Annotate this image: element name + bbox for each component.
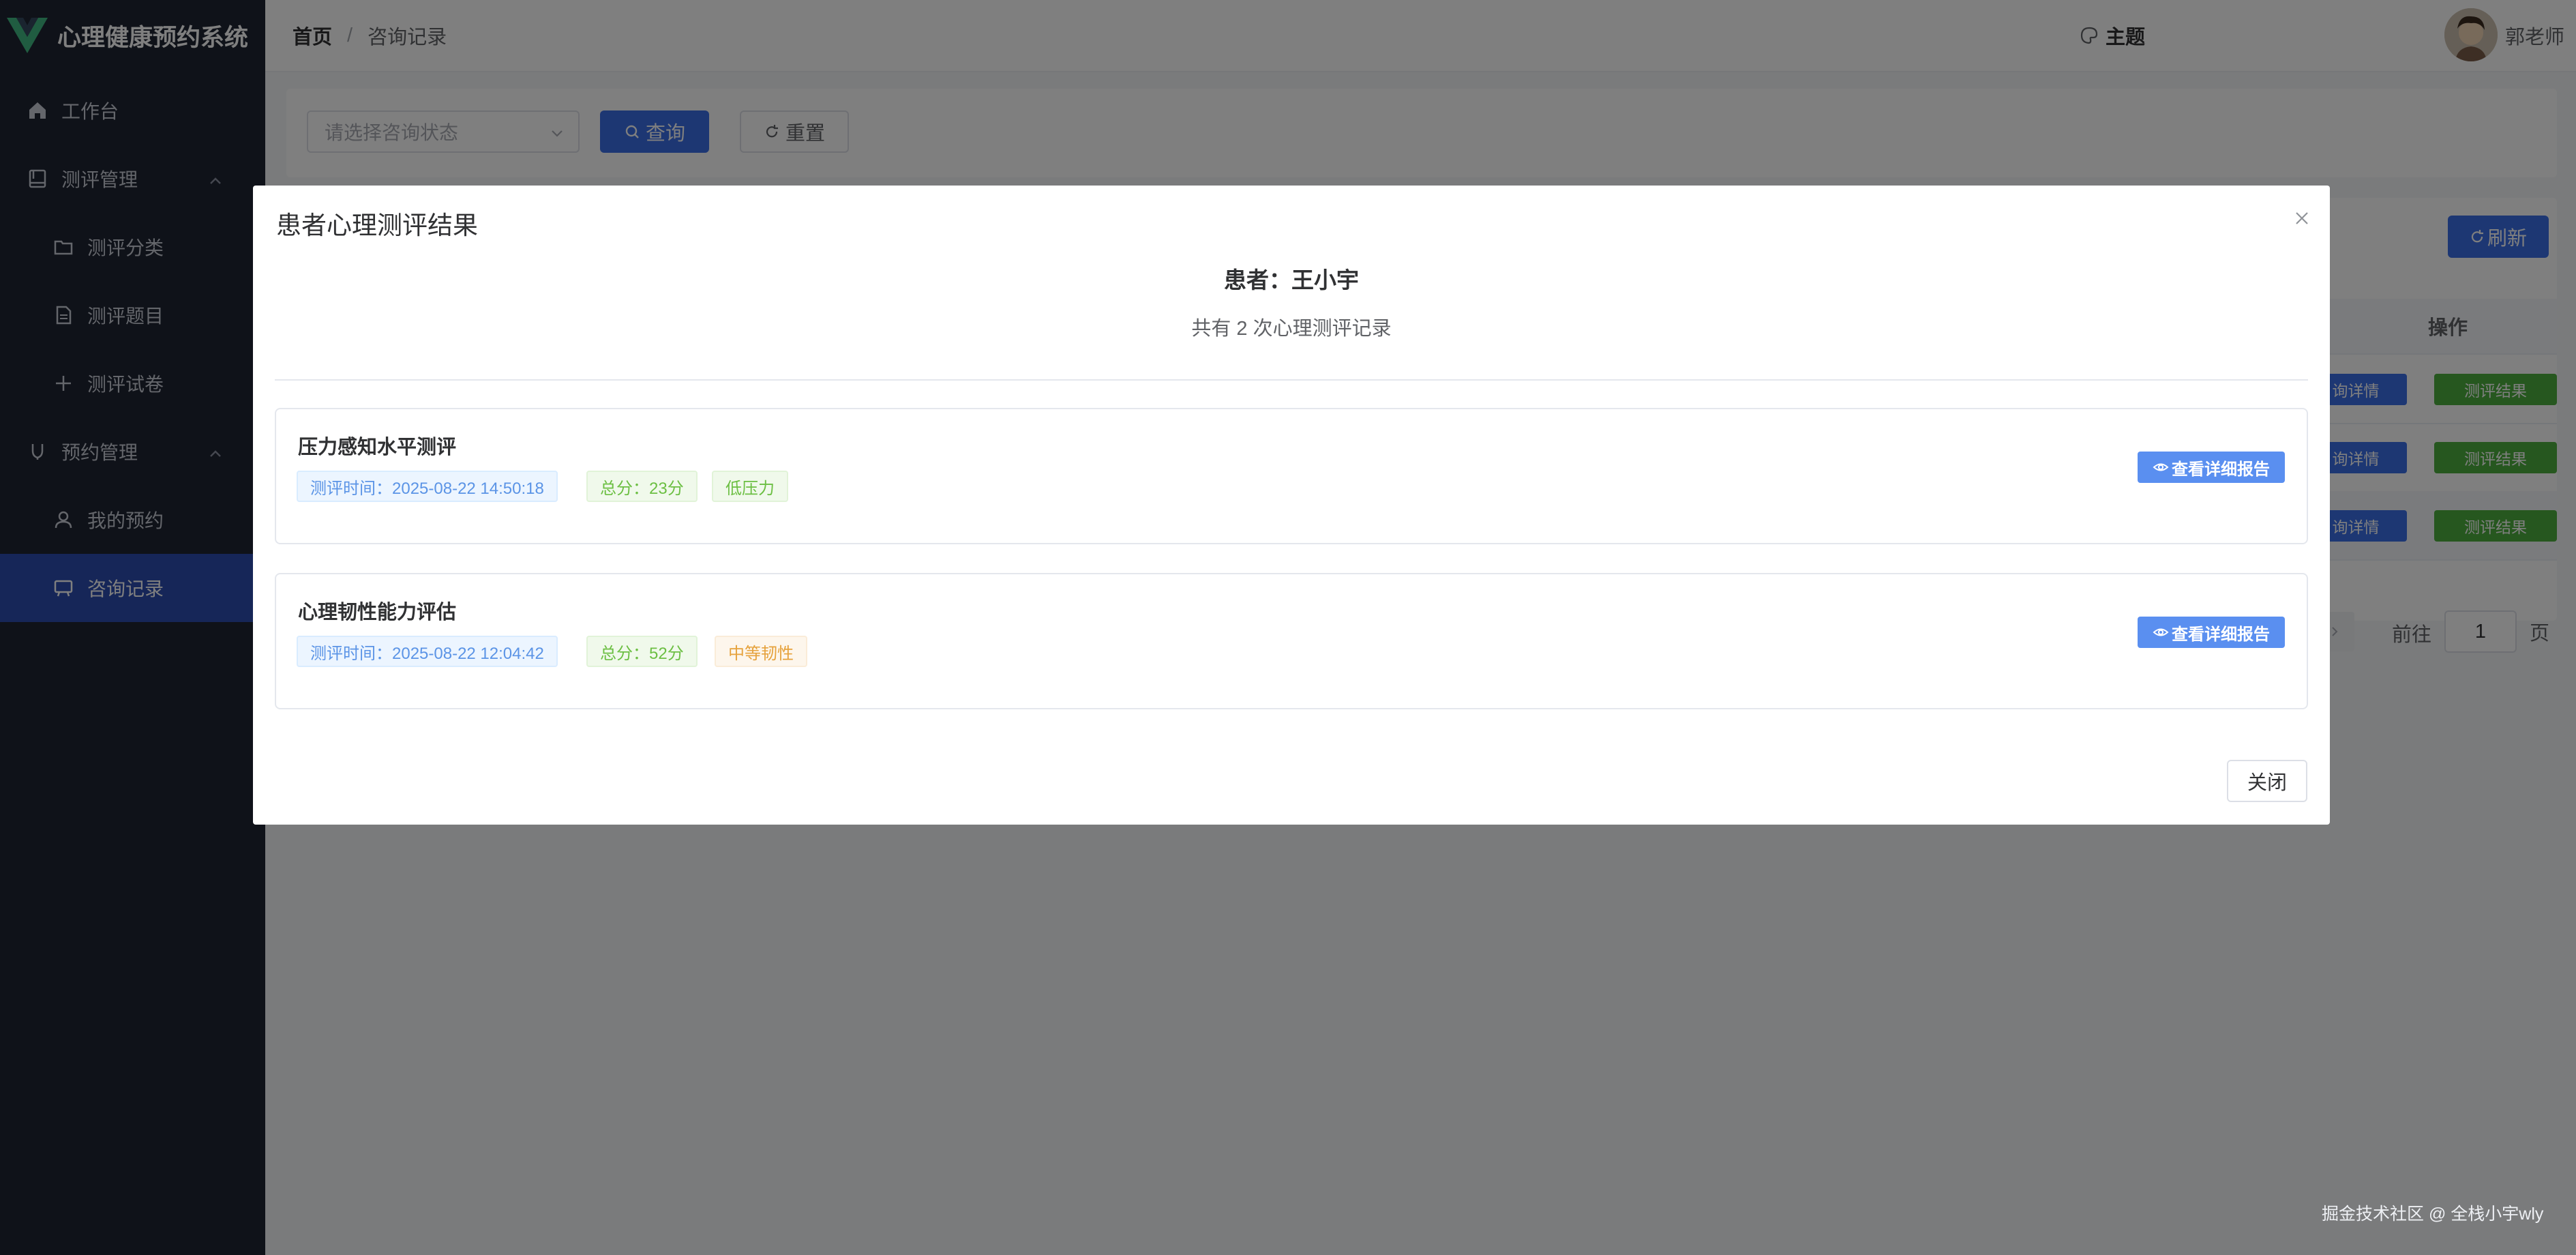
- view-report-label: 查看详细报告: [2172, 460, 2270, 479]
- view-report-button[interactable]: 查看详细报告: [2138, 452, 2285, 483]
- assessment-time-tag: 测评时间：2025-08-22 14:50:18: [297, 471, 558, 502]
- assessment-results-dialog: 患者心理测评结果 患者：王小宇 共有 2 次心理测评记录 压力感知水平测评 测评…: [253, 186, 2330, 825]
- total-score-tag: 总分：52分: [586, 636, 698, 667]
- total-score-tag: 总分：23分: [586, 471, 698, 502]
- assessment-time-tag: 测评时间：2025-08-22 12:04:42: [297, 636, 558, 667]
- watermark: 掘金技术社区 @ 全栈小宇wly: [2322, 1205, 2544, 1224]
- result-level-tag: 中等韧性: [715, 636, 807, 667]
- dialog-close-icon[interactable]: [2288, 205, 2316, 232]
- eye-icon: [2153, 459, 2169, 475]
- dialog-title: 患者心理测评结果: [276, 211, 478, 239]
- close-button[interactable]: 关闭: [2227, 760, 2307, 802]
- divider: [275, 379, 2308, 381]
- result-level-tag: 低压力: [712, 471, 788, 502]
- patient-name: 患者：王小宇: [1224, 267, 1359, 293]
- assessment-record-card: 压力感知水平测评 测评时间：2025-08-22 14:50:18 总分：23分…: [275, 408, 2308, 544]
- assessment-record-card: 心理韧性能力评估 测评时间：2025-08-22 12:04:42 总分：52分…: [275, 573, 2308, 709]
- eye-icon: [2153, 624, 2169, 640]
- view-report-label: 查看详细报告: [2172, 625, 2270, 644]
- assessment-title: 压力感知水平测评: [298, 437, 457, 458]
- record-count: 共有 2 次心理测评记录: [1191, 318, 1392, 340]
- assessment-title: 心理韧性能力评估: [298, 602, 457, 623]
- view-report-button[interactable]: 查看详细报告: [2138, 617, 2285, 648]
